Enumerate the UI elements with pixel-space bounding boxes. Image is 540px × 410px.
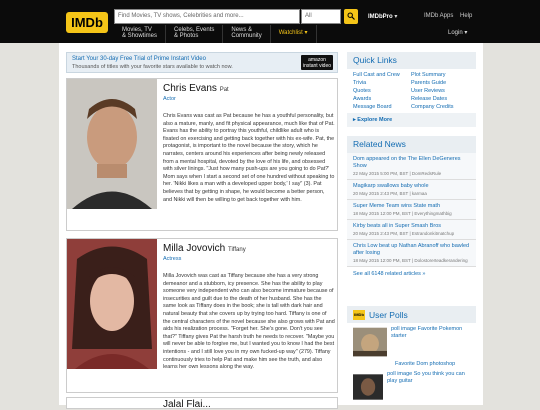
chevron-down-icon: ▾ xyxy=(394,14,398,20)
news-item[interactable]: Dom appeared on the The Ellen DeGeneres … xyxy=(347,153,476,180)
related-news-panel: Related News Dom appeared on the The Ell… xyxy=(347,136,476,302)
nav-movies-tv[interactable]: Movies, TV & Showtimes xyxy=(114,25,167,43)
cast-bio: Chris Evans was cast as Pat because he h… xyxy=(163,113,335,203)
cast-role-label[interactable]: Actor xyxy=(163,96,176,102)
quick-link[interactable]: Awards xyxy=(353,96,411,102)
user-polls-title: User Polls xyxy=(369,309,408,320)
quick-links-list: Full Cast and Crew Plot Summary Trivia P… xyxy=(347,69,476,113)
news-item[interactable]: Super Meme Team wins State math 18 May 2… xyxy=(347,200,476,220)
search-button[interactable] xyxy=(344,9,358,24)
news-item[interactable]: Magikarp swallows baby whole 20 May 2015… xyxy=(347,180,476,200)
poll-item[interactable]: poll image So you think you can play gui… xyxy=(347,371,476,406)
imdb-poll-icon: IMDb xyxy=(353,309,365,320)
imdbpro-link[interactable]: IMDbPro ▾ xyxy=(368,13,397,20)
quick-link[interactable]: User Reviews xyxy=(411,88,477,94)
quick-link[interactable]: Parents Guide xyxy=(411,80,477,86)
quick-link[interactable]: Trivia xyxy=(353,80,411,86)
top-navbar: IMDb Find Movies, TV shows, Celebrities … xyxy=(0,0,540,43)
login-link[interactable]: Login ▾ xyxy=(448,29,467,36)
cast-name-heading: Chris Evans Pat xyxy=(163,83,229,94)
search-input[interactable]: Find Movies, TV shows, Celebrities and m… xyxy=(114,9,300,24)
see-all-articles-link[interactable]: See all 6148 related articles » xyxy=(347,267,476,281)
nav-celebs-events[interactable]: Celebs, Events & Photos xyxy=(166,25,224,43)
cast-card-milla-jovovich: Milla Jovovich Tiffany Actress Milla Jov… xyxy=(66,238,338,393)
cast-card-partial: Jalal Flai... xyxy=(66,397,338,410)
chevron-down-icon: ▾ xyxy=(464,30,468,36)
help-link[interactable]: Help xyxy=(460,13,472,19)
cast-card-chris-evans: Chris Evans Pat Actor Chris Evans was ca… xyxy=(66,78,338,231)
main-nav: Movies, TV & Showtimes Celebs, Events & Ph… xyxy=(114,25,317,43)
cast-name-heading: Milla Jovovich Tiffany xyxy=(163,243,246,254)
actress-photo[interactable] xyxy=(67,239,157,369)
user-polls-panel: IMDb User Polls poll image Favorite Poke… xyxy=(347,306,476,405)
poll-thumbnail[interactable] xyxy=(353,371,384,403)
explore-more-link[interactable]: ▸ Explore More xyxy=(347,113,476,127)
promo-subtitle: Thousands of titles with your favorite s… xyxy=(72,64,233,70)
amazon-instant-video-logo[interactable]: amazon instant video xyxy=(301,55,333,70)
poll-item[interactable]: Favorite Dom photoshop xyxy=(347,361,476,371)
news-item[interactable]: Kirby beats all in Super Smash Bros 20 M… xyxy=(347,220,476,240)
search-icon xyxy=(347,12,355,20)
promo-title[interactable]: Start Your 30-day Free Trial of Prime In… xyxy=(72,56,206,62)
cast-role-label[interactable]: Actress xyxy=(163,256,181,262)
news-item[interactable]: Chris Low beat up Nathan Abranoff who ba… xyxy=(347,240,476,267)
quick-link[interactable]: Release Dates xyxy=(411,96,477,102)
quick-link[interactable]: Plot Summary xyxy=(411,72,477,78)
related-news-title: Related News xyxy=(347,136,476,153)
quick-link[interactable]: Full Cast and Crew xyxy=(353,72,411,78)
quick-links-panel: Quick Links Full Cast and Crew Plot Summ… xyxy=(347,52,476,130)
chevron-down-icon: ▾ xyxy=(304,30,308,36)
imdb-apps-link[interactable]: IMDb Apps xyxy=(424,13,453,19)
nav-news-community[interactable]: News & Community xyxy=(223,25,271,43)
quick-link[interactable]: Company Credits xyxy=(411,104,477,110)
poll-item[interactable]: poll image Favorite Pokemon starter xyxy=(347,323,476,361)
search-category-select[interactable]: All xyxy=(301,9,341,24)
user-polls-header: IMDb User Polls xyxy=(347,306,476,323)
prime-promo-banner[interactable]: Start Your 30-day Free Trial of Prime In… xyxy=(66,52,338,73)
imdb-logo[interactable]: IMDb xyxy=(66,12,108,33)
watchlist-link[interactable]: Watchlist ▾ xyxy=(271,25,317,43)
poll-thumbnail[interactable] xyxy=(353,326,387,358)
triangle-right-icon: ▸ xyxy=(353,117,356,123)
cast-bio: Milla Jovovich was cast as Tiffany becau… xyxy=(163,273,335,371)
quick-link[interactable]: Quotes xyxy=(353,88,411,94)
quick-links-title: Quick Links xyxy=(347,52,476,69)
actor-photo[interactable] xyxy=(67,79,157,209)
quick-link[interactable]: Message Board xyxy=(353,104,411,110)
